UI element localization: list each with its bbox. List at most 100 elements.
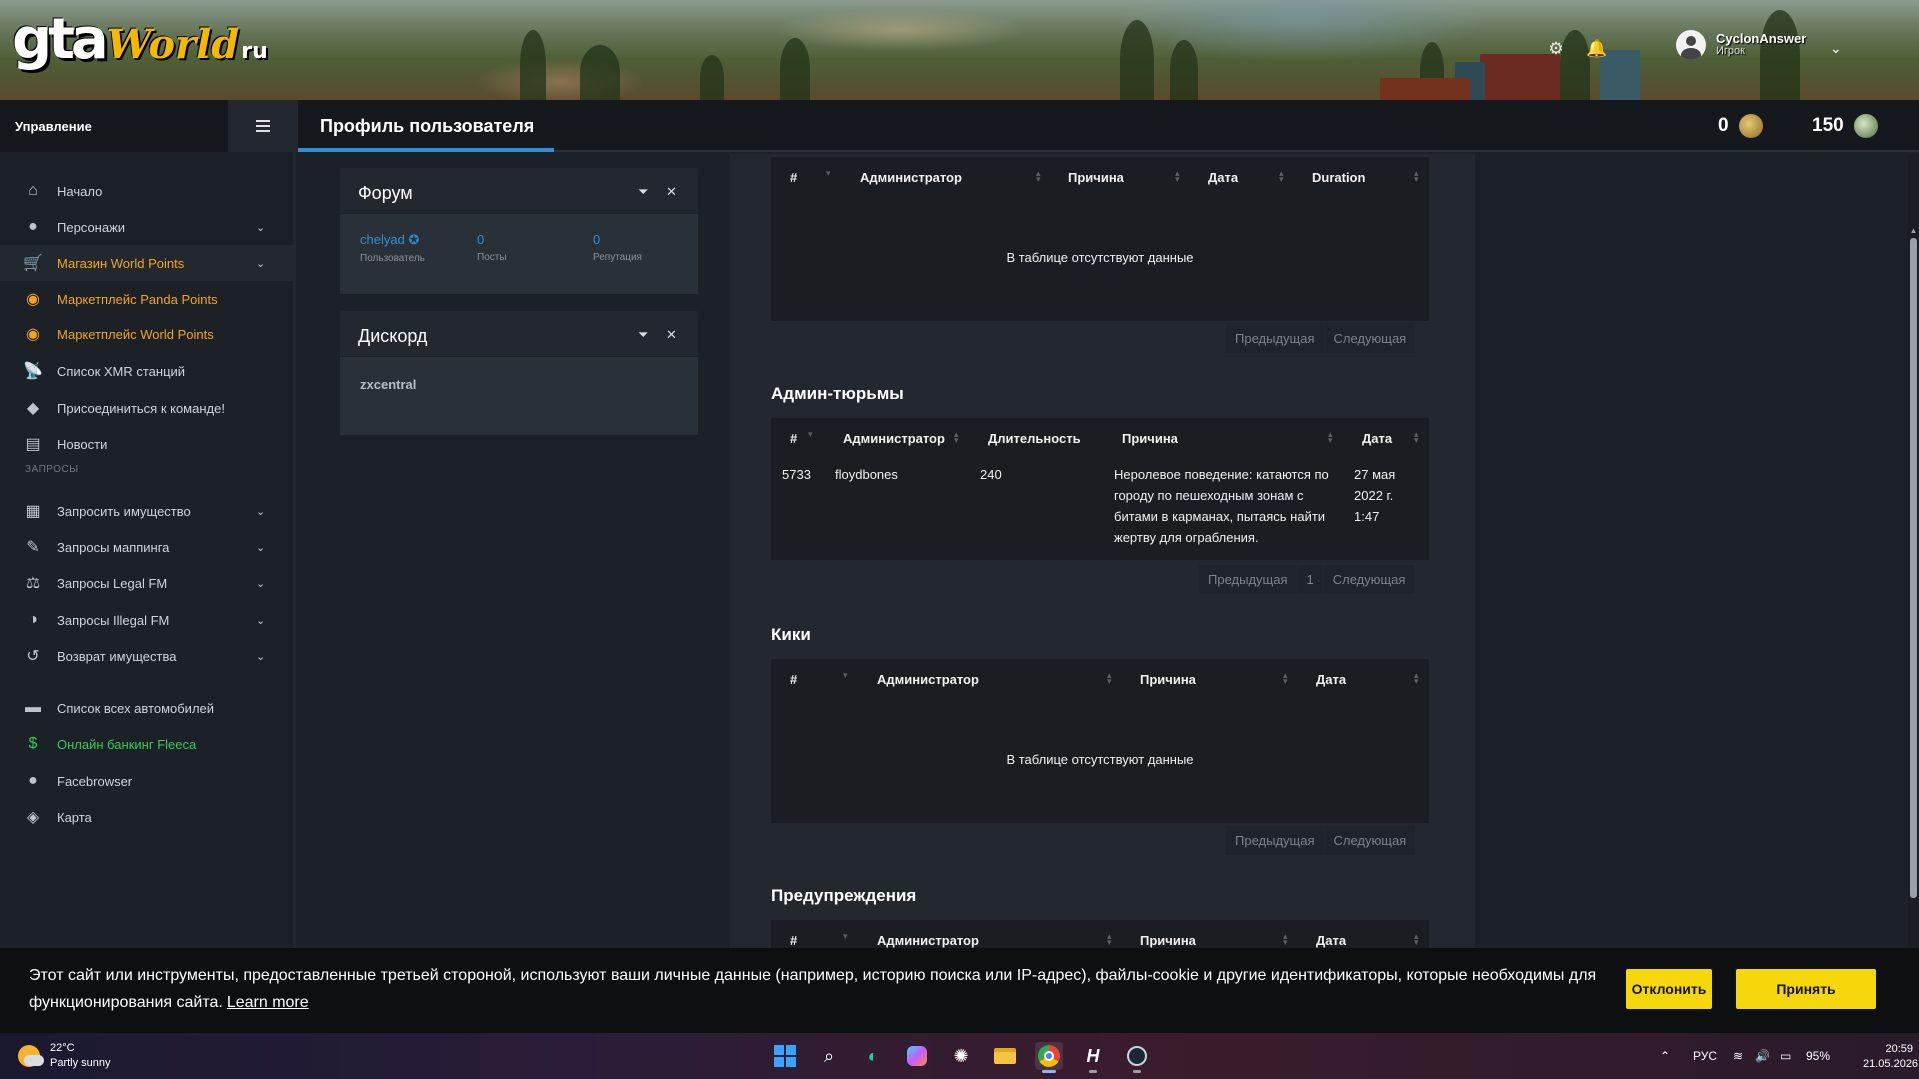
windows-start-icon[interactable] xyxy=(771,1042,799,1070)
sidebar-item-home[interactable]: ⌂ Начало xyxy=(0,173,293,209)
sort-icon[interactable]: ▴ ▾ xyxy=(1175,169,1180,184)
col-header-id[interactable]: # xyxy=(790,431,797,446)
site-logo[interactable]: gta World ru xyxy=(12,10,268,70)
sidebar-item-vehicles-list[interactable]: ▬ Список всех автомобилей xyxy=(0,690,293,726)
sidebar-item-mapping-requests[interactable]: ✎ Запросы маппинга ⌄ xyxy=(0,529,293,565)
col-header-date[interactable]: Дата xyxy=(1362,431,1392,446)
collapse-icon[interactable]: ⏷ xyxy=(638,327,648,343)
learn-more-link[interactable]: Learn more xyxy=(227,994,309,1011)
col-header-id[interactable]: # xyxy=(790,672,797,687)
col-header-duration[interactable]: Длительность xyxy=(988,431,1081,446)
accept-button[interactable]: Принять xyxy=(1736,969,1876,1009)
sidebar-item-news[interactable]: ▤ Новости xyxy=(0,426,293,462)
prev-page-button[interactable]: Предыдущая xyxy=(1226,826,1324,855)
chevron-down-icon[interactable]: ⌄ xyxy=(1830,40,1842,57)
chevron-down-icon[interactable]: ⌄ xyxy=(256,614,265,627)
sort-icon[interactable]: ▴ ▾ xyxy=(1328,430,1333,445)
chevron-down-icon[interactable]: ⌄ xyxy=(256,221,265,234)
h-app-icon[interactable]: H xyxy=(1079,1042,1107,1073)
col-header-reason[interactable]: Причина xyxy=(1068,170,1124,185)
chevron-down-icon[interactable]: ⌄ xyxy=(256,577,265,590)
gear-icon[interactable]: ⚙ xyxy=(1545,38,1567,60)
system-clock[interactable]: 20:59 21.05.2026 xyxy=(1863,1042,1918,1072)
sidebar-item-world-points-shop[interactable]: 🛒 Магазин World Points ⌄ xyxy=(0,245,293,281)
panda-points[interactable]: 150 xyxy=(1812,114,1878,138)
col-header-date[interactable]: Дата xyxy=(1208,170,1238,185)
messenger-app-icon[interactable]: ◐ xyxy=(859,1042,887,1070)
col-header-duration[interactable]: Duration xyxy=(1312,170,1365,185)
chrome-icon[interactable] xyxy=(1035,1042,1063,1073)
chevron-down-icon[interactable]: ⌄ xyxy=(256,505,265,518)
sort-icon[interactable]: ▴ ▾ xyxy=(1414,932,1419,947)
sort-icon[interactable]: ▴ ▾ xyxy=(1107,932,1112,947)
sidebar-item-xmr-stations[interactable]: 📡 Список XMR станций xyxy=(0,353,293,389)
col-header-id[interactable]: # xyxy=(790,933,797,948)
collapse-icon[interactable]: ⏷ xyxy=(638,184,648,200)
scrollbar-thumb[interactable] xyxy=(1910,238,1917,898)
col-header-date[interactable]: Дата xyxy=(1316,933,1346,948)
page-scrollbar[interactable]: ▲ ▼ xyxy=(1908,154,1919,1033)
sort-icon[interactable]: ▴ ▾ xyxy=(954,430,959,445)
rank-points[interactable]: 0 xyxy=(1718,114,1763,138)
col-header-date[interactable]: Дата xyxy=(1316,672,1346,687)
col-header-reason[interactable]: Причина xyxy=(1140,672,1196,687)
sidebar-item-marketplace-world-points[interactable]: ◉ Маркетплейс World Points xyxy=(0,316,293,352)
sort-icon[interactable]: ▴ ▾ xyxy=(1283,671,1288,686)
prev-page-button[interactable]: Предыдущая xyxy=(1226,324,1324,353)
decline-button[interactable]: Отклонить xyxy=(1626,969,1712,1009)
bell-icon[interactable]: 🔔 xyxy=(1586,38,1608,60)
weather-widget[interactable]: 22°C Partly sunny xyxy=(18,1041,111,1071)
col-header-admin[interactable]: Администратор xyxy=(877,672,979,687)
col-header-admin[interactable]: Администратор xyxy=(860,170,962,185)
sort-icon[interactable]: ▴ ▾ xyxy=(1283,932,1288,947)
sidebar-item-fleeca-banking[interactable]: $ Онлайн банкинг Fleeca xyxy=(0,726,293,762)
close-icon[interactable]: ✕ xyxy=(666,184,677,200)
sidebar-item-characters[interactable]: ● Персонажи ⌄ xyxy=(0,209,293,245)
col-header-reason[interactable]: Причина xyxy=(1122,431,1178,446)
chevron-down-icon[interactable]: ⌄ xyxy=(256,650,265,663)
prev-page-button[interactable]: Предыдущая xyxy=(1199,565,1297,594)
volume-icon[interactable]: 🔊 xyxy=(1755,1049,1770,1063)
battery-icon[interactable]: ▭ xyxy=(1780,1049,1791,1063)
wifi-icon[interactable]: ≋ xyxy=(1733,1049,1743,1063)
search-icon[interactable]: ⌕ xyxy=(815,1042,843,1070)
steam-icon[interactable] xyxy=(1123,1042,1151,1073)
next-page-button[interactable]: Следующая xyxy=(1324,324,1416,353)
sort-icon[interactable]: ▴ ▾ xyxy=(1107,671,1112,686)
next-page-button[interactable]: Следующая xyxy=(1323,565,1415,594)
forum-username-link[interactable]: chelyad ✪ xyxy=(360,232,425,248)
sidebar-item-illegal-fm-requests[interactable]: ◑ Запросы Illegal FM ⌄ xyxy=(0,602,293,638)
sidebar-item-legal-fm-requests[interactable]: ⚖ Запросы Legal FM ⌄ xyxy=(0,565,293,601)
file-explorer-icon[interactable] xyxy=(991,1042,1019,1070)
sidebar-item-join-team[interactable]: ◆ Присоединиться к команде! xyxy=(0,390,293,426)
user-menu[interactable]: CyclonAnswer Игрок xyxy=(1676,30,1806,60)
col-header-admin[interactable]: Администратор xyxy=(843,431,945,446)
close-icon[interactable]: ✕ xyxy=(666,327,677,343)
chevron-down-icon[interactable]: ⌄ xyxy=(256,257,265,270)
sidebar-item-facebrowser[interactable]: ● Facebrowser xyxy=(0,763,293,799)
sidebar-item-property-refund[interactable]: ↺ Возврат имущества ⌄ xyxy=(0,638,293,674)
next-page-button[interactable]: Следующая xyxy=(1324,826,1416,855)
sort-icon[interactable]: ▴ ▾ xyxy=(1414,169,1419,184)
sidebar-item-marketplace-panda-points[interactable]: ◉ Маркетплейс Panda Points xyxy=(0,281,293,317)
sort-icon[interactable]: ▴ ▾ xyxy=(1036,169,1041,184)
col-header-id[interactable]: # xyxy=(790,170,797,185)
col-header-reason[interactable]: Причина xyxy=(1140,933,1196,948)
col-header-admin[interactable]: Администратор xyxy=(877,933,979,948)
page-number-button[interactable]: 1 xyxy=(1297,565,1323,594)
input-language[interactable]: РУС xyxy=(1693,1049,1717,1063)
sidebar-item-request-property[interactable]: ▦ Запросить имущество ⌄ xyxy=(0,493,293,529)
chatgpt-icon[interactable]: ✺ xyxy=(947,1042,975,1070)
chevron-down-icon[interactable]: ⌄ xyxy=(256,541,265,554)
sort-icon[interactable]: ▾ xyxy=(843,932,848,941)
scroll-up-icon[interactable]: ▲ xyxy=(1909,226,1918,235)
sort-icon[interactable]: ▾ xyxy=(826,169,831,178)
chevron-up-icon[interactable]: ⌃ xyxy=(1660,1049,1670,1063)
sort-icon[interactable]: ▾ xyxy=(808,430,813,439)
sidebar-item-map[interactable]: ◈ Карта xyxy=(0,799,293,835)
menu-toggle-button[interactable] xyxy=(228,100,298,152)
sort-icon[interactable]: ▾ xyxy=(843,671,848,680)
sort-icon[interactable]: ▴ ▾ xyxy=(1414,430,1419,445)
sort-icon[interactable]: ▴ ▾ xyxy=(1414,671,1419,686)
copilot-icon[interactable] xyxy=(903,1042,931,1070)
